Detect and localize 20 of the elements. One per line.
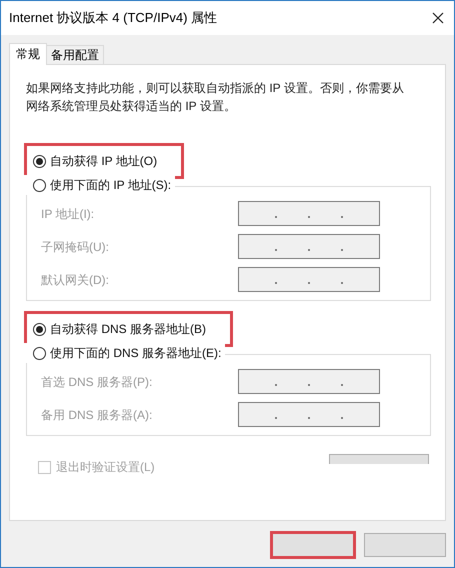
field-label: 子网掩码(U):	[41, 238, 109, 256]
radio-label: 使用下面的 DNS 服务器地址(E):	[50, 345, 222, 362]
radio-label: 使用下面的 IP 地址(S):	[50, 177, 172, 194]
tab[interactable]: 备用配置	[46, 45, 104, 64]
description-text: 如果网络支持此功能，则可以获取自动指派的 IP 设置。否则，你需要从网络系统管理员处获得适当的 IP 设置。	[25, 80, 405, 115]
field-label: IP 地址(I):	[41, 206, 94, 222]
radio-label: 自动获得 DNS 服务器地址(B)	[50, 321, 206, 338]
field-label: 默认网关(D):	[41, 272, 109, 288]
checkbox-label: 退出时验证设置(L)	[56, 459, 155, 476]
close-icon[interactable]	[432, 12, 444, 24]
radio-button[interactable]	[33, 154, 46, 168]
radio-button[interactable]	[33, 346, 46, 360]
field-label: 首选 DNS 服务器(P):	[41, 374, 152, 390]
tab[interactable]: 常规	[9, 43, 47, 65]
window-title: Internet 协议版本 4 (TCP/IPv4) 属性	[9, 9, 218, 28]
field-label: 备用 DNS 服务器(A):	[41, 406, 152, 424]
radio-label: 自动获得 IP 地址(O)	[50, 153, 158, 170]
radio-button[interactable]	[33, 178, 46, 192]
radio-button[interactable]	[33, 322, 46, 336]
dialog-button[interactable]	[272, 533, 354, 557]
